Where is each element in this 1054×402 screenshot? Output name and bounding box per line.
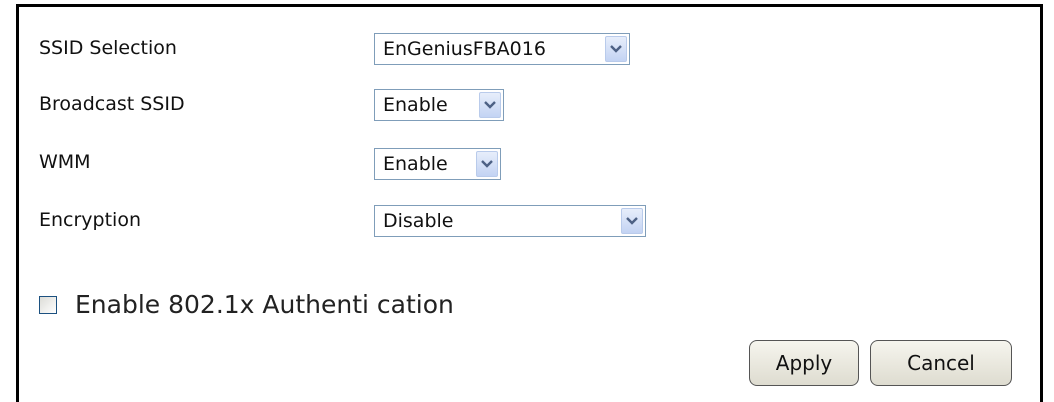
encryption-select[interactable]: Disable xyxy=(374,205,646,237)
wmm-select[interactable]: Enable xyxy=(374,148,501,180)
ssid-selection-label: SSID Selection xyxy=(39,37,177,59)
wmm-label: WMM xyxy=(39,151,91,173)
broadcast-ssid-value: Enable xyxy=(383,94,448,116)
auth-8021x-row[interactable]: Enable 802.1x Authenti cation xyxy=(39,290,454,319)
ssid-selection-value: EnGeniusFBA016 xyxy=(383,38,546,60)
encryption-value: Disable xyxy=(383,210,454,232)
wireless-settings-panel: SSID Selection EnGeniusFBA016 Broadcast … xyxy=(16,4,1043,402)
ssid-selection-select[interactable]: EnGeniusFBA016 xyxy=(374,33,630,65)
encryption-label: Encryption xyxy=(39,209,142,231)
wmm-value: Enable xyxy=(383,153,448,175)
chevron-down-icon[interactable] xyxy=(476,151,498,177)
cancel-button[interactable]: Cancel xyxy=(870,340,1012,386)
chevron-down-icon[interactable] xyxy=(605,36,627,62)
chevron-down-icon[interactable] xyxy=(479,92,501,118)
auth-8021x-label: Enable 802.1x Authenti cation xyxy=(75,290,454,319)
auth-8021x-checkbox[interactable] xyxy=(39,295,57,314)
chevron-down-icon[interactable] xyxy=(621,208,643,234)
apply-button[interactable]: Apply xyxy=(749,340,859,386)
broadcast-ssid-label: Broadcast SSID xyxy=(39,93,185,115)
broadcast-ssid-select[interactable]: Enable xyxy=(374,89,504,121)
